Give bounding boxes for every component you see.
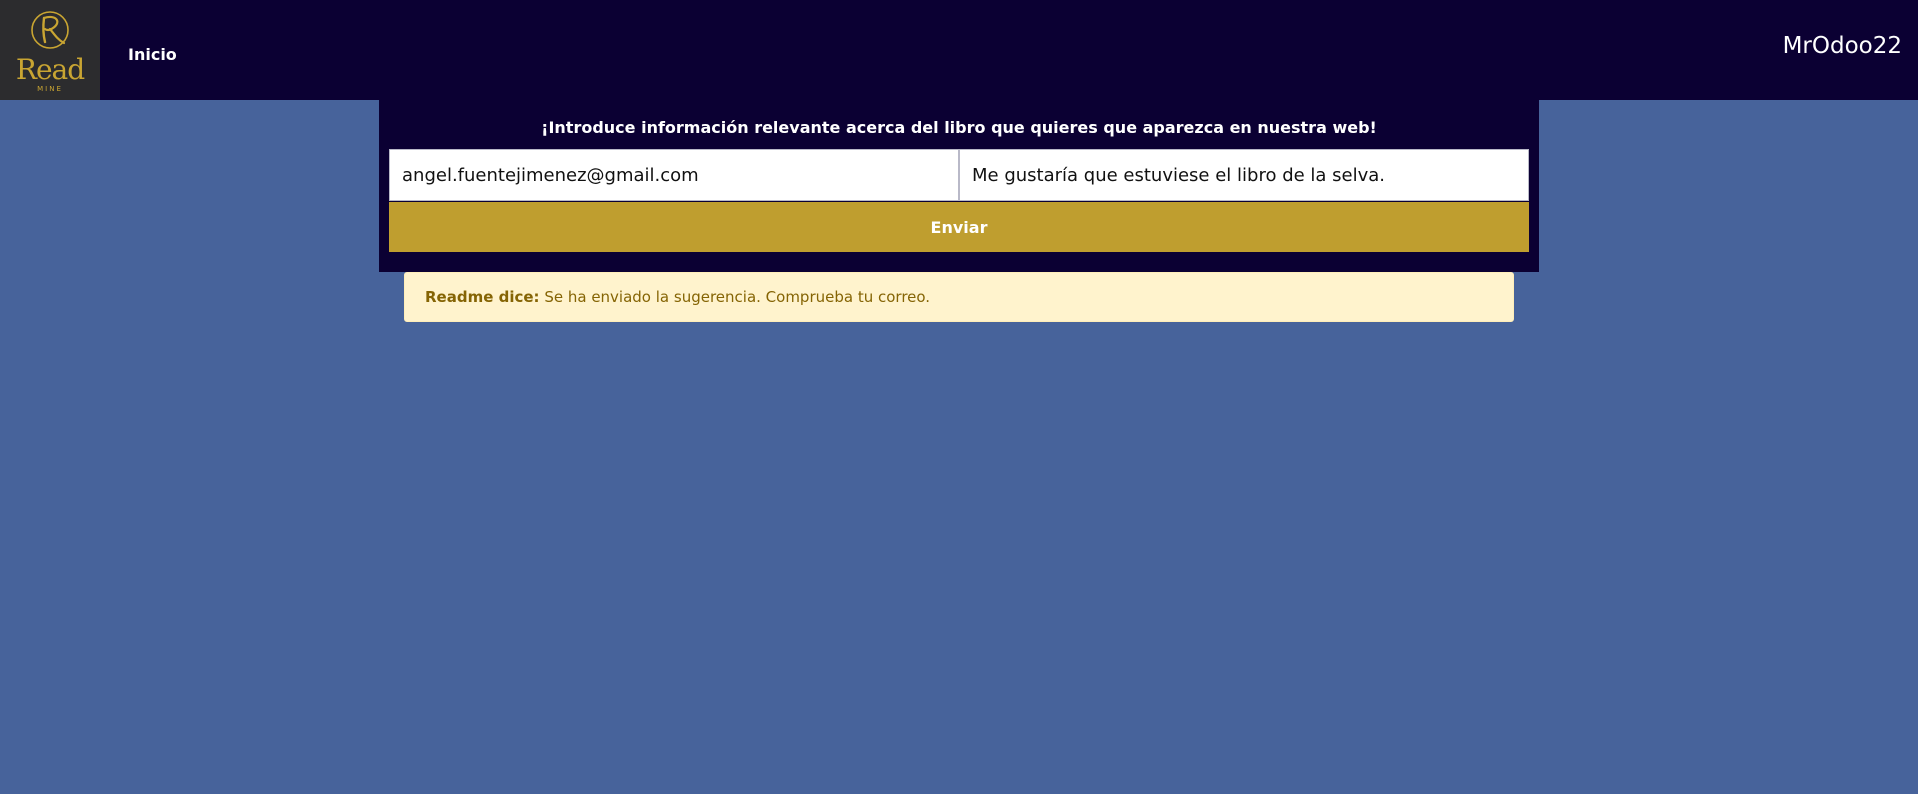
nav-home-link[interactable]: Inicio [128,44,177,66]
logo-wordmark: Read [15,53,85,86]
suggestion-field[interactable] [959,149,1529,201]
email-field[interactable] [389,149,959,201]
logo-subtitle: MINE [37,85,63,93]
send-button[interactable]: Enviar [389,202,1529,252]
user-name[interactable]: MrOdoo22 [1783,31,1902,61]
form-heading: ¡Introduce información relevante acerca … [541,118,1377,137]
alert-message: Se ha enviado la sugerencia. Comprueba t… [539,288,931,306]
top-navbar: Read MINE Inicio MrOdoo22 [0,0,1918,100]
success-alert: Readme dice: Se ha enviado la sugerencia… [404,272,1514,322]
readmine-logo[interactable]: Read MINE [0,0,100,100]
book-suggestion-form: ¡Introduce información relevante acerca … [379,100,1539,272]
alert-title: Readme dice: [425,288,540,306]
